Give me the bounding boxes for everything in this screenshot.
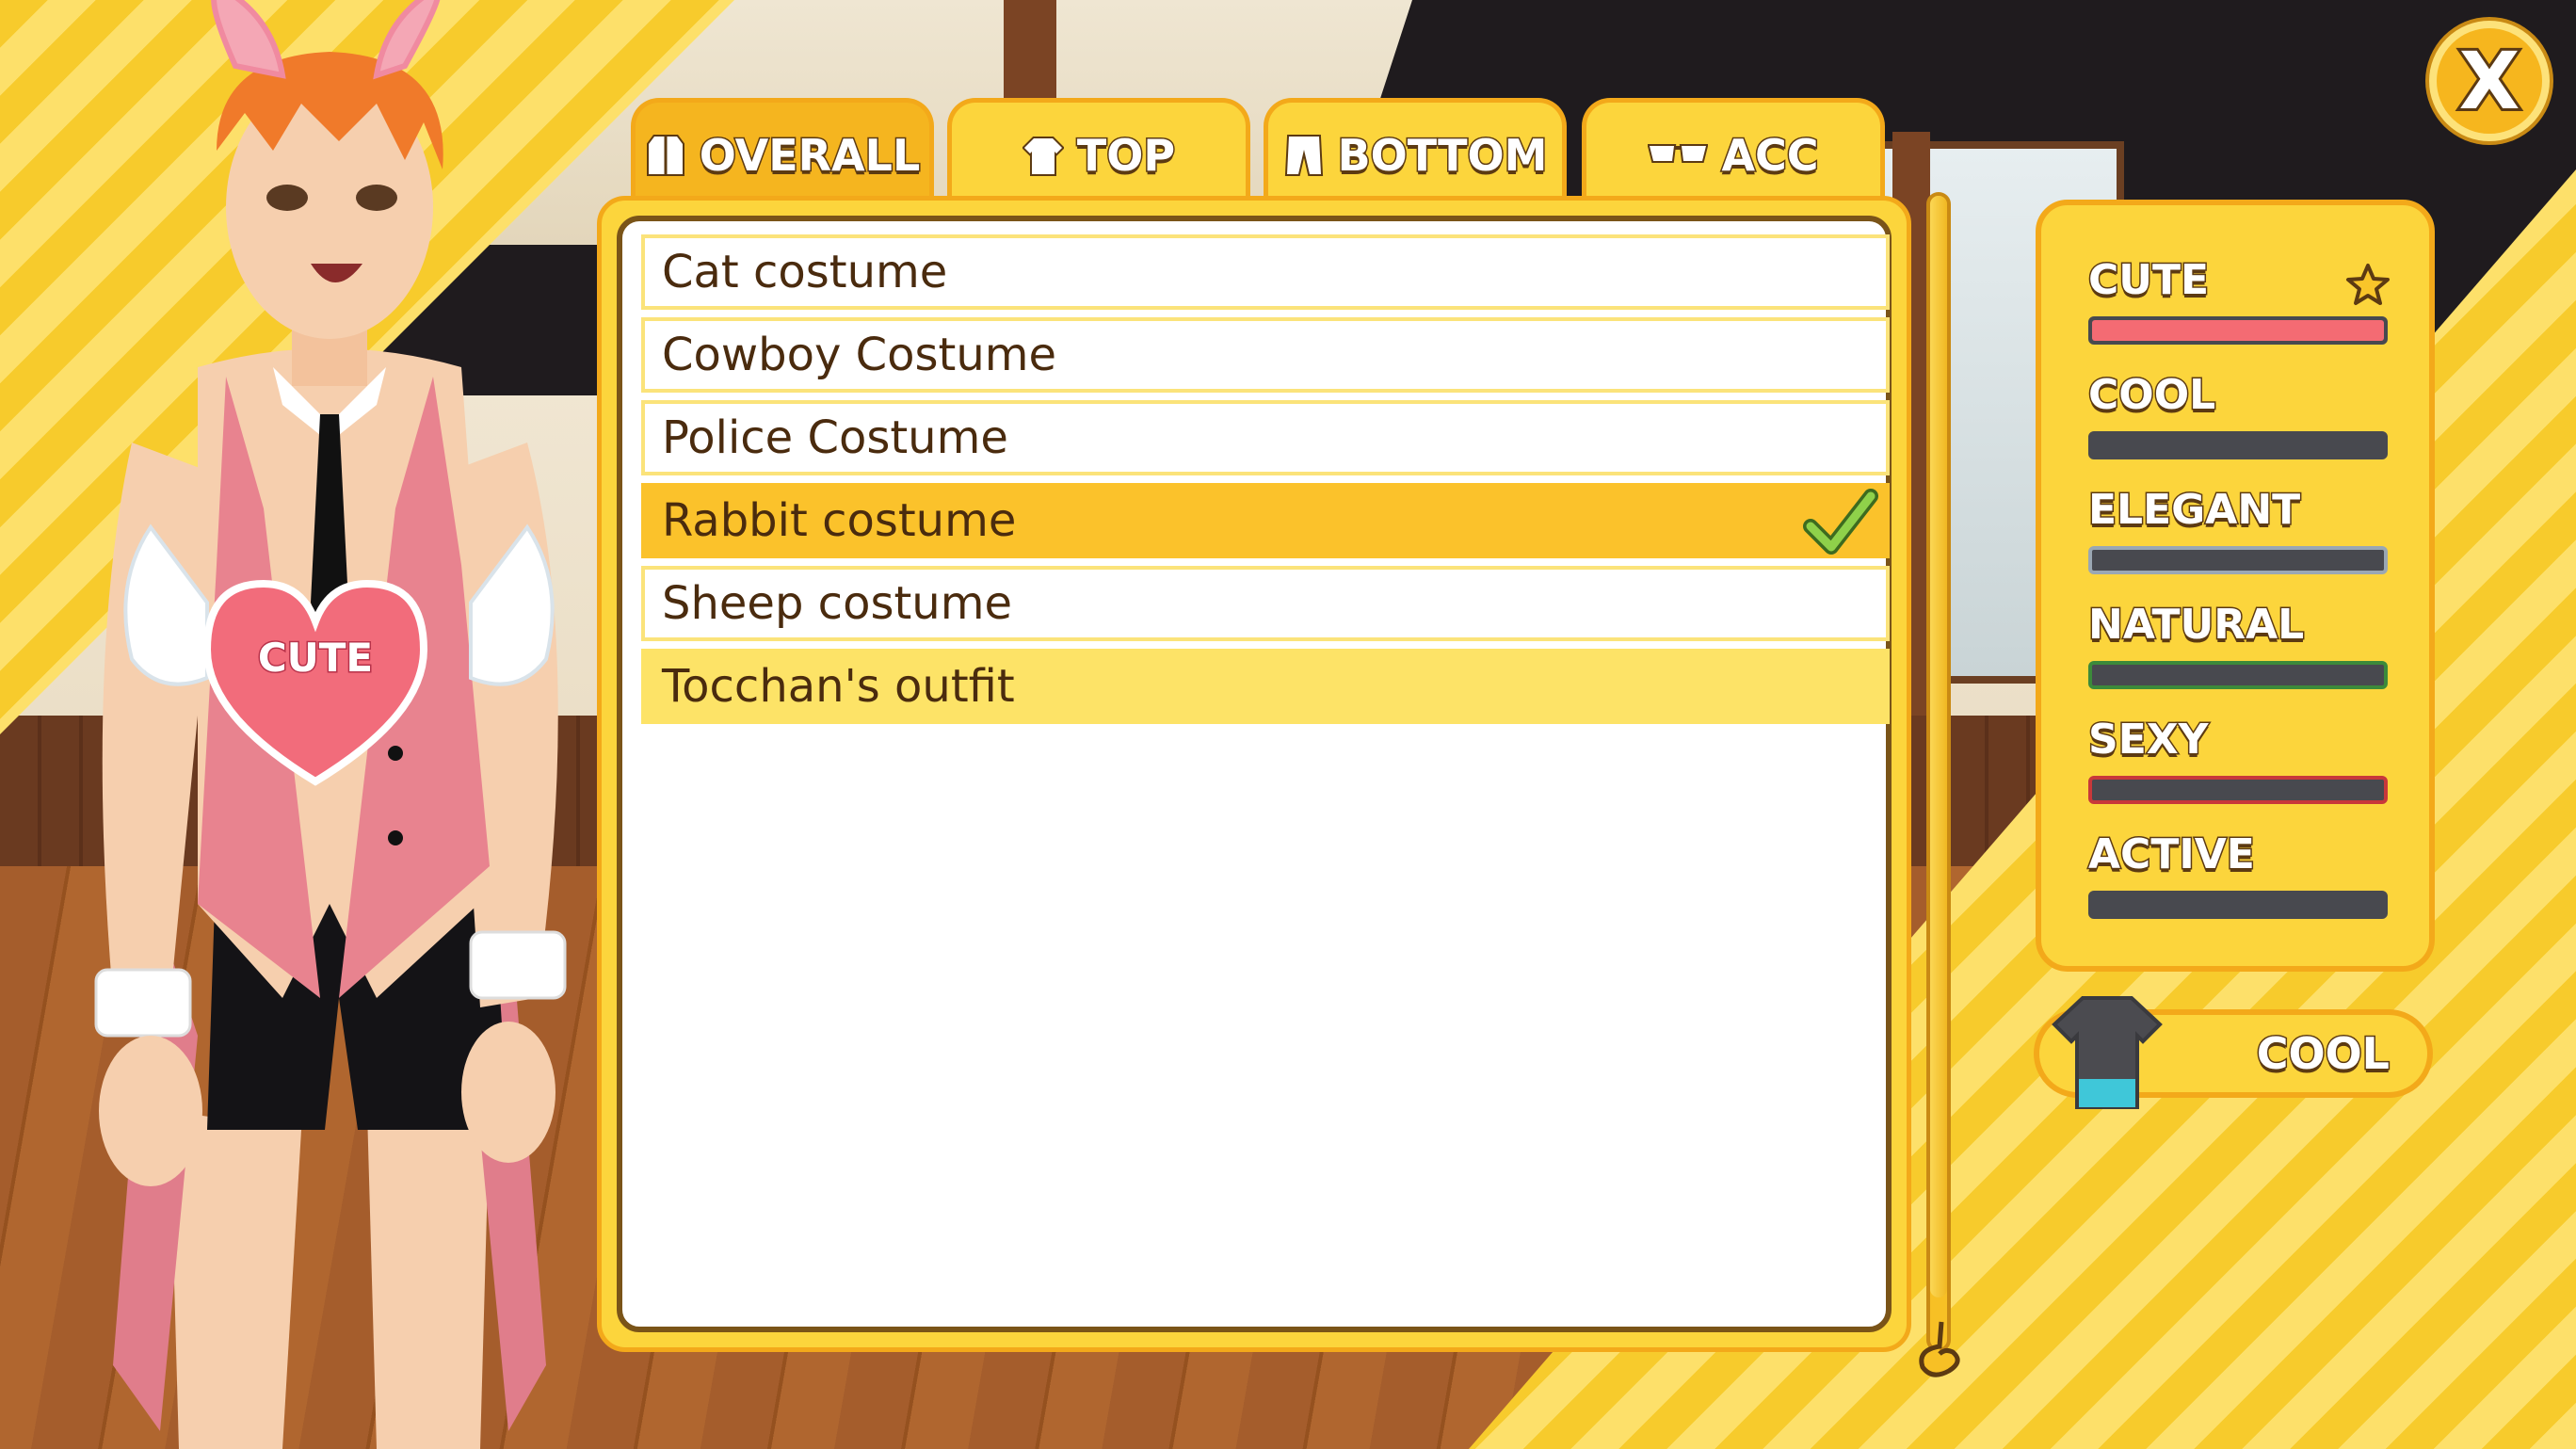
- close-button[interactable]: X: [2429, 21, 2550, 141]
- glasses-icon: [1648, 143, 1709, 163]
- style-badge-label: COOL: [2255, 1027, 2391, 1081]
- outfit-item-label: Cat costume: [662, 246, 948, 298]
- outfit-item-sheep[interactable]: Sheep costume: [641, 566, 1890, 641]
- tab-overall[interactable]: OVERALL: [631, 98, 934, 207]
- close-icon: X: [2456, 35, 2523, 127]
- stats-panel: CUTE COOL ELEGANT NATURAL SEXY ACTIVE: [2036, 200, 2435, 972]
- style-badge: COOL: [2034, 996, 2433, 1109]
- tab-acc[interactable]: ACC: [1582, 98, 1885, 207]
- outfit-list: Cat costume Cowboy Costume Police Costum…: [617, 216, 1892, 1332]
- outfit-item-tocchan[interactable]: Tocchan's outfit: [641, 649, 1890, 724]
- outfit-item-label: Rabbit costume: [662, 494, 1017, 547]
- overall-icon: [646, 134, 684, 176]
- star-icon: [2346, 264, 2390, 305]
- tab-top-label: TOP: [1075, 128, 1176, 182]
- stat-bar-sexy: [2088, 776, 2388, 804]
- outfit-item-label: Cowboy Costume: [662, 329, 1057, 381]
- stat-label-natural: NATURAL: [2086, 600, 2305, 651]
- outfit-item-police[interactable]: Police Costume: [641, 400, 1890, 475]
- tab-overall-label: OVERALL: [698, 128, 922, 182]
- stat-bar-natural: [2088, 661, 2388, 689]
- stat-bar-elegant: [2088, 546, 2388, 574]
- checkmark-icon: [1803, 489, 1878, 555]
- outfit-item-cat[interactable]: Cat costume: [641, 234, 1890, 310]
- outfit-panel: Cat costume Cowboy Costume Police Costum…: [597, 196, 1911, 1352]
- tab-bottom-label: BOTTOM: [1336, 128, 1549, 182]
- stat-fill: [2092, 320, 2384, 341]
- tab-acc-label: ACC: [1720, 128, 1820, 182]
- character-style-badge: CUTE: [256, 634, 374, 683]
- tab-top[interactable]: TOP: [947, 98, 1250, 207]
- rope-knot-icon: [1919, 1321, 1960, 1377]
- tab-bottom[interactable]: BOTTOM: [1264, 98, 1567, 207]
- stat-bar-active: [2088, 891, 2388, 919]
- stat-label-cute: CUTE: [2086, 255, 2210, 306]
- outfit-item-label: Sheep costume: [662, 577, 1012, 630]
- outfit-item-rabbit[interactable]: Rabbit costume: [641, 483, 1890, 558]
- outfit-item-label: Police Costume: [662, 411, 1008, 464]
- outfit-item-label: Tocchan's outfit: [662, 660, 1015, 713]
- stat-label-elegant: ELEGANT: [2086, 485, 2301, 536]
- scrollbar-thumb[interactable]: [1930, 196, 1947, 1297]
- character-portrait: [94, 0, 567, 1449]
- tshirt-icon: [2052, 996, 2163, 1109]
- shirt-icon: [1022, 136, 1064, 176]
- stat-bar-cool: [2088, 431, 2388, 459]
- stat-label-cool: COOL: [2086, 370, 2216, 421]
- stat-label-active: ACTIVE: [2087, 829, 2257, 880]
- pants-icon: [1284, 134, 1323, 176]
- stat-label-sexy: SEXY: [2087, 715, 2211, 765]
- stat-bar-cute: [2088, 316, 2388, 345]
- outfit-item-cowboy[interactable]: Cowboy Costume: [641, 317, 1890, 393]
